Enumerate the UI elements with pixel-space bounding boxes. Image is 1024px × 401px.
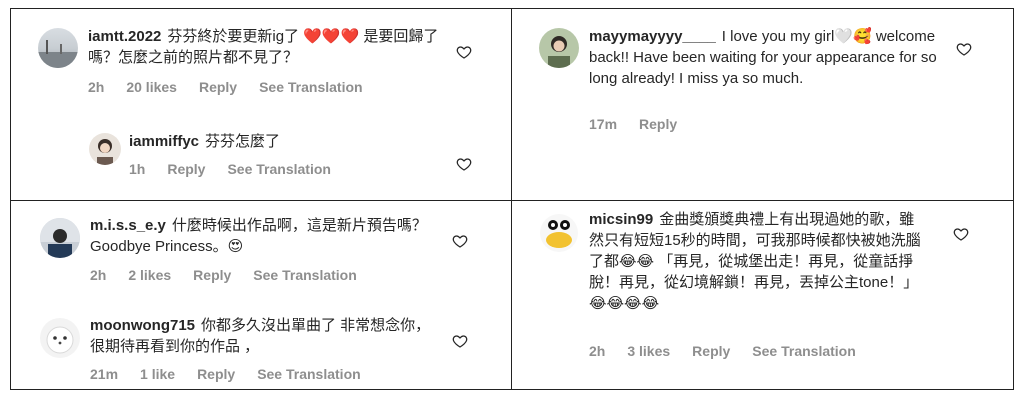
comment-meta: 2h 2 likes Reply See Translation: [90, 267, 379, 283]
comment-meta: 1h Reply See Translation: [129, 161, 353, 177]
comment-time: 17m: [589, 116, 618, 132]
comment-text: micsin99 金曲獎頒獎典禮上有出現過她的歌，雖然只有短短15秒的時間，可我那…: [589, 209, 924, 314]
comment-username[interactable]: moonwong715: [90, 317, 195, 334]
heart-icon[interactable]: [956, 41, 972, 57]
see-translation-button[interactable]: See Translation: [257, 366, 360, 382]
heart-icon[interactable]: [456, 156, 472, 172]
comment-time: 2h: [589, 343, 606, 359]
comment-text: m.i.s.s_e.y 什麼時候出作品啊，這是新片預告嗎？Goodbye Prin…: [90, 215, 430, 257]
comment-likes[interactable]: 1 like: [140, 366, 175, 382]
comment-text: iamtt.2022 芬芬終於要更新ig了 ❤️❤️❤️ 是要回歸了嗎？怎麼之前的…: [88, 26, 453, 68]
avatar[interactable]: [89, 133, 121, 165]
comment-panel-top-left: iamtt.2022 芬芬終於要更新ig了 ❤️❤️❤️ 是要回歸了嗎？怎麼之前的…: [10, 8, 512, 201]
comment-username[interactable]: micsin99: [589, 211, 653, 228]
comment-text: moonwong715 你都多久沒出單曲了 非常想念你，很期待再看到你的作品 ，: [90, 315, 440, 357]
comment-username[interactable]: mayymayyyy____: [589, 28, 716, 45]
heart-icon[interactable]: [452, 333, 468, 349]
see-translation-button[interactable]: See Translation: [227, 161, 330, 177]
comment-username[interactable]: iamtt.2022: [88, 28, 161, 45]
comment: mayymayyyy____ I love you my girl🤍🥰 welco…: [512, 9, 1012, 199]
comment-likes[interactable]: 2 likes: [128, 267, 171, 283]
comment-meta: 2h 20 likes Reply See Translation: [88, 79, 385, 95]
comment: m.i.s.s_e.y 什麼時候出作品啊，這是新片預告嗎？Goodbye Prin…: [11, 201, 511, 296]
avatar[interactable]: [539, 28, 579, 68]
avatar[interactable]: [40, 218, 80, 258]
avatar[interactable]: [539, 213, 579, 253]
comment-meta: 17m Reply: [589, 116, 699, 132]
avatar[interactable]: [38, 28, 78, 68]
comment-username[interactable]: iammiffyc: [129, 133, 199, 150]
reply-button[interactable]: Reply: [193, 267, 231, 283]
comment-likes[interactable]: 20 likes: [126, 79, 177, 95]
comment-time: 2h: [90, 267, 107, 283]
comment-meta: 21m 1 like Reply See Translation: [90, 366, 383, 382]
reply-button[interactable]: Reply: [199, 79, 237, 95]
comment-panel-bottom-right: micsin99 金曲獎頒獎典禮上有出現過她的歌，雖然只有短短15秒的時間，可我那…: [511, 200, 1014, 390]
reply-button[interactable]: Reply: [167, 161, 205, 177]
comment-likes[interactable]: 3 likes: [627, 343, 670, 359]
reply-button[interactable]: Reply: [692, 343, 730, 359]
comment-reply: iammiffyc 芬芬怎麼了 1h Reply See Translation: [11, 119, 511, 199]
comment-text: iammiffyc 芬芬怎麼了: [129, 131, 449, 152]
comment-panel-bottom-left: m.i.s.s_e.y 什麼時候出作品啊，這是新片預告嗎？Goodbye Prin…: [10, 200, 512, 390]
comment-meta: 2h 3 likes Reply See Translation: [589, 343, 878, 359]
comment-body: 芬芬怎麼了: [205, 133, 281, 150]
heart-icon[interactable]: [456, 44, 472, 60]
comment-username[interactable]: m.i.s.s_e.y: [90, 217, 166, 234]
comment: iamtt.2022 芬芬終於要更新ig了 ❤️❤️❤️ 是要回歸了嗎？怎麼之前的…: [11, 9, 511, 114]
see-translation-button[interactable]: See Translation: [253, 267, 356, 283]
heart-icon[interactable]: [452, 233, 468, 249]
see-translation-button[interactable]: See Translation: [259, 79, 362, 95]
comment: micsin99 金曲獎頒獎典禮上有出現過她的歌，雖然只有短短15秒的時間，可我那…: [512, 201, 1012, 389]
comment-time: 21m: [90, 366, 119, 382]
avatar[interactable]: [40, 318, 80, 358]
reply-button[interactable]: Reply: [639, 116, 677, 132]
reply-button[interactable]: Reply: [197, 366, 235, 382]
heart-icon[interactable]: [953, 226, 969, 242]
comment-panel-top-right: mayymayyyy____ I love you my girl🤍🥰 welco…: [511, 8, 1014, 201]
comment: moonwong715 你都多久沒出單曲了 非常想念你，很期待再看到你的作品 ， …: [11, 301, 511, 389]
comment-text: mayymayyyy____ I love you my girl🤍🥰 welco…: [589, 26, 954, 89]
comment-time: 1h: [129, 161, 146, 177]
see-translation-button[interactable]: See Translation: [752, 343, 855, 359]
comment-time: 2h: [88, 79, 105, 95]
